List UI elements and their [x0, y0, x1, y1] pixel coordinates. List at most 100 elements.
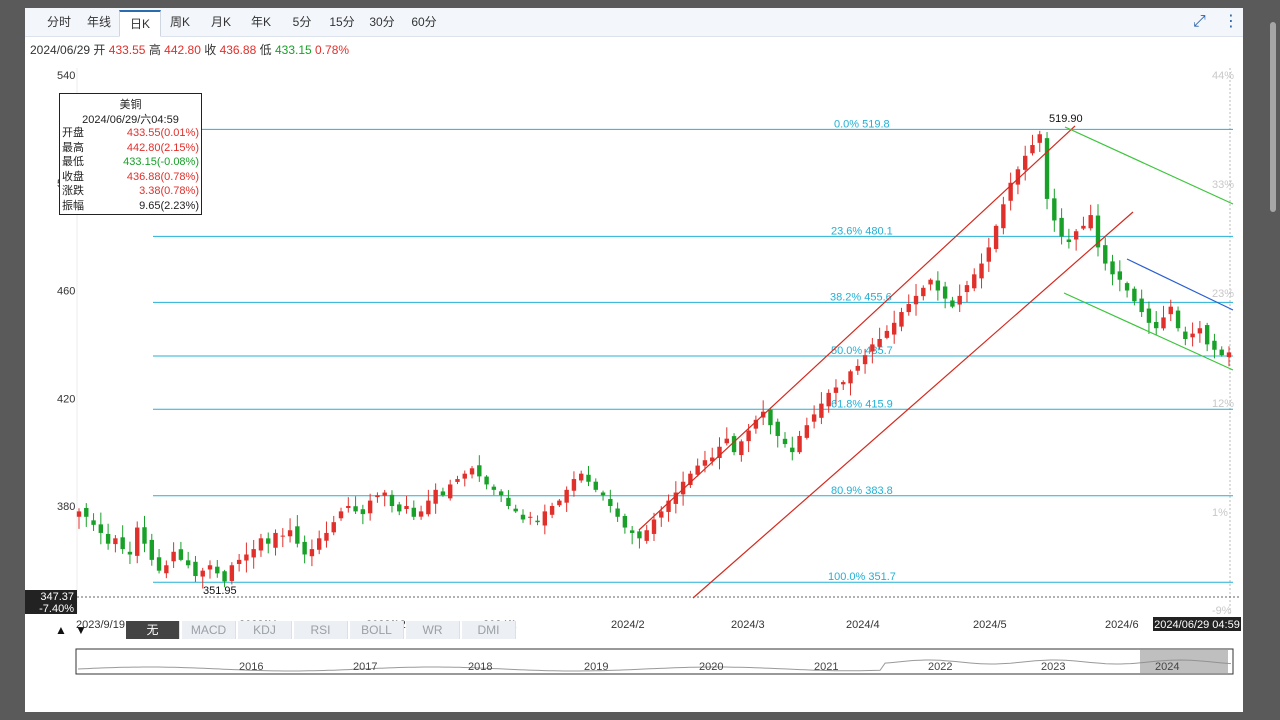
candle-body: [1190, 333, 1195, 338]
tooltip-row-value: 442.80(2.15%): [126, 141, 199, 154]
candle-body: [1124, 283, 1130, 291]
tooltip-datetime: 2024/06/29/六04:59: [82, 114, 179, 126]
candle-body: [586, 474, 591, 482]
indicator-button[interactable]: MACD: [182, 621, 236, 639]
candle-body: [877, 338, 882, 347]
candle-body: [513, 508, 518, 512]
candle-body: [1219, 349, 1224, 356]
x-tick-label: 2024/3: [731, 619, 765, 631]
right-tick-label: -9%: [1212, 605, 1232, 617]
candle-body: [1183, 331, 1188, 339]
candle-body: [921, 287, 926, 297]
candle-body: [1132, 288, 1137, 302]
candle-body: [1204, 325, 1210, 345]
candle-body: [440, 491, 446, 496]
candle-body: [549, 506, 555, 515]
candle-body: [498, 491, 504, 496]
candle-body: [637, 531, 642, 539]
tooltip-row-label: 振幅: [62, 200, 84, 212]
indicator-button[interactable]: WR: [406, 621, 460, 639]
scroll-up-icon[interactable]: ▲: [52, 621, 70, 639]
candle-body: [746, 430, 751, 442]
candle-body: [608, 499, 613, 506]
candle-body: [528, 516, 533, 518]
candle-body: [484, 476, 489, 485]
y-tick-label: 420: [57, 393, 75, 405]
tooltip-row: 收盘 436.88(0.78%): [62, 170, 199, 184]
tooltip-row: 最低 433.15(-0.08%): [62, 155, 199, 169]
candle-body: [229, 565, 235, 581]
trend-channel-line: [1064, 126, 1234, 205]
candle-body: [1023, 155, 1028, 170]
candle-body: [928, 279, 933, 285]
tooltip-row-label: 最高: [62, 141, 84, 154]
high-annotation: 519.90: [1049, 113, 1083, 125]
candle-body: [1088, 215, 1093, 229]
candle-body: [571, 479, 577, 491]
trend-channel-line: [692, 211, 1134, 599]
candle-body: [84, 507, 89, 517]
candle-body: [935, 280, 941, 291]
crosshair-price: 347.37: [40, 591, 74, 603]
indicator-button[interactable]: 无: [126, 621, 180, 639]
candle-body: [135, 527, 140, 556]
candle-body: [156, 557, 162, 571]
candle-body: [448, 484, 453, 499]
candle-body: [651, 519, 657, 534]
candle-body: [280, 535, 285, 537]
x-tick-label: 2024/6: [1105, 619, 1139, 631]
candle-body: [659, 511, 664, 518]
candle-body: [942, 286, 948, 299]
y-tick-label: 540: [57, 70, 75, 82]
candle-body: [986, 247, 992, 262]
fib-level-label: 100.0% 351.7: [828, 571, 896, 583]
overview-year-label: 2021: [814, 661, 838, 673]
candle-body: [1110, 261, 1115, 275]
candle-body: [251, 549, 256, 558]
scroll-down-icon[interactable]: ▼: [72, 621, 90, 639]
candle-body: [266, 538, 271, 544]
candle-body: [579, 473, 584, 481]
candle-body: [295, 526, 300, 544]
indicator-button[interactable]: KDJ: [238, 621, 292, 639]
candle-body: [455, 479, 460, 482]
candle-body: [782, 438, 788, 445]
candle-body: [178, 549, 184, 560]
overview-year-label: 2019: [584, 661, 608, 673]
candle-body: [127, 551, 133, 555]
candle-body: [891, 322, 897, 335]
candle-body: [258, 538, 264, 551]
candle-body: [1146, 308, 1152, 323]
indicator-button[interactable]: BOLL: [350, 621, 404, 639]
tooltip-row-value: 3.38(0.78%): [139, 185, 199, 198]
crosshair-date: 2024/06/29 04:59: [1154, 619, 1240, 631]
indicator-button[interactable]: DMI: [462, 621, 516, 639]
tooltip-row-label: 最低: [62, 156, 84, 169]
candle-body: [433, 489, 438, 504]
candle-body: [331, 522, 336, 533]
candle-body: [1066, 239, 1072, 243]
overview-year-label: 2023: [1041, 661, 1065, 673]
candle-body: [113, 538, 118, 545]
candle-body: [418, 511, 424, 517]
candle-body: [615, 508, 620, 517]
candle-body: [324, 532, 329, 541]
fib-level-label: 61.8% 415.9: [831, 398, 893, 410]
tooltip-row: 开盘 433.55(0.01%): [62, 126, 199, 140]
indicator-button[interactable]: RSI: [294, 621, 348, 639]
ohlc-tooltip: 美铜 2024/06/29/六04:59 开盘 433.55(0.01%) 最高 44…: [59, 93, 202, 215]
scrollbar-thumb[interactable]: [1270, 22, 1276, 212]
candle-body: [397, 504, 402, 512]
candle-body: [899, 312, 904, 327]
candle-body: [367, 500, 373, 514]
candle-body: [972, 274, 977, 289]
fib-level-label: 38.2% 455.6: [830, 291, 892, 303]
candle-body: [389, 494, 395, 506]
tooltip-row: 涨跌 3.38(0.78%): [62, 184, 199, 198]
candle-body: [360, 509, 366, 515]
y-tick-label: 460: [57, 286, 75, 298]
candle-body: [884, 330, 890, 338]
candle-body: [1081, 225, 1086, 229]
candle-body: [950, 300, 955, 307]
tooltip-row-value: 436.88(0.78%): [126, 170, 199, 183]
